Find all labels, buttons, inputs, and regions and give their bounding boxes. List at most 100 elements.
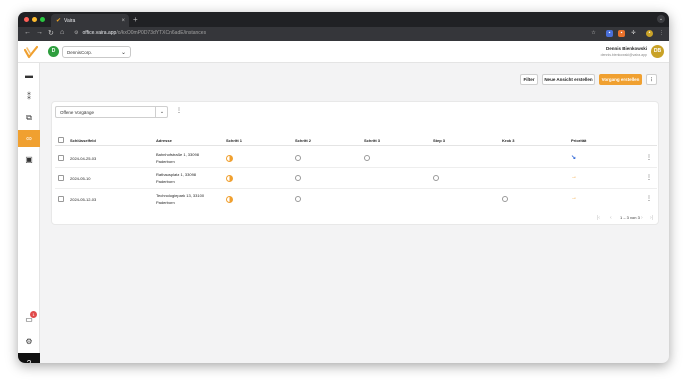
forward-arrow-icon[interactable]: →: [36, 29, 43, 36]
row-actions-kebab-icon[interactable]: ⋮: [646, 154, 652, 161]
row-actions-kebab-icon[interactable]: ⋮: [646, 195, 652, 202]
reload-icon[interactable]: ↻: [48, 29, 54, 37]
sidebar-item-settings[interactable]: ⚙: [18, 333, 40, 350]
row-checkbox[interactable]: [58, 175, 64, 181]
process-icon: ⁑: [27, 92, 31, 101]
step-open-icon[interactable]: [295, 175, 301, 181]
home-icon[interactable]: ⌂: [60, 29, 64, 36]
new-view-button[interactable]: Neue Ansicht erstellen: [542, 74, 595, 85]
more-actions-button[interactable]: ⋮: [646, 74, 657, 85]
kebab-icon: ⋮: [649, 76, 654, 82]
column-header-address[interactable]: Adresse: [156, 138, 172, 143]
contact-card-icon: ▣: [25, 155, 33, 164]
user-email: dennis.bienkowski@vaira.app: [600, 53, 647, 57]
gear-icon: ⚙: [25, 337, 33, 346]
step-in-progress-icon[interactable]: [226, 155, 233, 162]
row-actions-kebab-icon[interactable]: ⋮: [646, 174, 652, 181]
select-all-checkbox[interactable]: [58, 137, 64, 143]
sidebar-item-contacts[interactable]: ▣: [18, 151, 40, 168]
url-field[interactable]: ⚙ office.vaira.app/o/kxO0mP0D73dYTXCn6adE…: [74, 30, 206, 36]
row-checkbox[interactable]: [58, 196, 64, 202]
view-select[interactable]: Offene Vorgänge: [55, 106, 168, 118]
column-header-step1[interactable]: Schritt 1: [226, 138, 242, 143]
back-arrow-icon[interactable]: ←: [24, 29, 31, 36]
browser-tab[interactable]: ✔ Vaira ×: [51, 14, 129, 27]
url-path: /o/kxO0mP0D73dYTXCn6adE/instances: [116, 30, 207, 36]
instances-table-card: Offene Vorgänge ⌄ ⋮ Schlüsselfeld Adress…: [51, 101, 659, 225]
tab-close-icon[interactable]: ×: [121, 18, 125, 24]
row-address-line1: Bahnhofstraße 1, 33098: [156, 152, 199, 157]
row-checkbox[interactable]: [58, 155, 64, 161]
minimize-window-button[interactable]: [32, 17, 37, 22]
new-tab-button[interactable]: +: [133, 15, 138, 24]
priority-medium-icon: →: [571, 195, 577, 201]
step-in-progress-icon[interactable]: [226, 196, 233, 203]
step-in-progress-icon[interactable]: [226, 175, 233, 182]
step-open-icon[interactable]: [364, 155, 370, 161]
filter-button[interactable]: Filter: [520, 74, 538, 85]
create-process-button[interactable]: Vorgang erstellen: [599, 74, 642, 85]
help-button[interactable]: ?: [18, 353, 40, 363]
vaira-logo-icon[interactable]: [24, 45, 38, 59]
user-name: Dennis Bienkowski: [605, 46, 647, 51]
row-address-line1: Rathausplatz 1, 33098: [156, 172, 197, 177]
chevron-down-icon[interactable]: ⌄: [155, 106, 168, 118]
app-header: D DennisCorp. ⌄ Dennis Bienkowski dennis…: [18, 41, 669, 63]
first-page-button[interactable]: |‹: [597, 215, 600, 221]
header-divider: [55, 145, 657, 146]
column-header-step2[interactable]: Schritt 2: [295, 138, 311, 143]
column-header-step3[interactable]: Schritt 3: [364, 138, 380, 143]
column-header-step3-en[interactable]: Step 3: [433, 138, 445, 143]
row-divider: [55, 167, 657, 168]
user-info[interactable]: Dennis Bienkowski dennis.bienkowski@vair…: [601, 46, 647, 57]
sidebar-item-instances[interactable]: ∞: [18, 130, 40, 147]
sidebar-item-processes[interactable]: ⁑: [18, 88, 40, 105]
step-open-icon[interactable]: [502, 196, 508, 202]
row-address-line1: Technologiepark 13, 33100: [156, 193, 205, 198]
inbox-badge: 1: [30, 311, 37, 318]
row-address-line2: Paderborn: [156, 159, 175, 164]
user-avatar[interactable]: DB: [651, 45, 664, 58]
row-divider: [55, 188, 657, 189]
organization-select[interactable]: DennisCorp. ⌄: [62, 46, 131, 58]
view-select-value: Offene Vorgänge: [60, 110, 94, 115]
extensions-puzzle-icon[interactable]: ✣: [630, 30, 637, 37]
last-page-button[interactable]: ›|: [650, 215, 653, 221]
sidebar-item-workflow[interactable]: ⧉: [18, 109, 40, 126]
profile-icon[interactable]: •: [646, 30, 653, 37]
browser-window: ✔ Vaira × + ⌄ ← → ↻ ⌂ ⚙ office.vaira.app/…: [18, 12, 669, 363]
chevron-down-icon: ⌄: [120, 50, 126, 56]
org-avatar: D: [48, 46, 59, 57]
pagination-range: 1 – 3 von 3: [620, 215, 640, 220]
priority-medium-icon: →: [571, 174, 577, 180]
bookmark-star-icon[interactable]: ☆: [590, 30, 597, 37]
column-header-priority[interactable]: Priorität: [571, 138, 586, 143]
browser-address-bar: ← → ↻ ⌂ ⚙ office.vaira.app/o/kxO0mP0D73dY…: [18, 27, 669, 41]
folder-icon: ▬: [25, 71, 33, 80]
close-window-button[interactable]: [24, 17, 29, 22]
extension-orange-icon[interactable]: ▪: [618, 30, 625, 37]
row-key[interactable]: 2024-05-12-03: [70, 197, 96, 202]
browser-menu-icon[interactable]: ⋮: [658, 30, 665, 37]
step-open-icon[interactable]: [433, 175, 439, 181]
step-open-icon[interactable]: [295, 155, 301, 161]
tab-search-icon[interactable]: ⌄: [657, 15, 665, 23]
site-settings-icon[interactable]: ⚙: [74, 30, 78, 36]
sidebar-item-inbox[interactable]: ▭ 1: [18, 311, 40, 328]
view-options-kebab-icon[interactable]: ⋮: [176, 107, 182, 114]
row-key[interactable]: 2024-05-10: [70, 176, 90, 181]
workflow-icon: ⧉: [26, 112, 32, 122]
extension-icon[interactable]: ▪: [606, 30, 613, 37]
browser-tab-bar: ✔ Vaira × + ⌄: [18, 12, 669, 27]
organization-select-value: DennisCorp.: [67, 50, 93, 55]
column-header-key[interactable]: Schlüsselfeld: [70, 138, 96, 143]
next-page-button[interactable]: ›: [641, 215, 643, 221]
row-key[interactable]: 2024-04-25-03: [70, 156, 96, 161]
maximize-window-button[interactable]: [40, 17, 45, 22]
prev-page-button[interactable]: ‹: [610, 215, 612, 221]
step-open-icon[interactable]: [295, 196, 301, 202]
column-header-krok3[interactable]: Krok 3: [502, 138, 514, 143]
url-host: office.vaira.app: [82, 30, 117, 36]
sidebar-item-folder[interactable]: ▬: [18, 67, 40, 84]
sidebar: ▬ ⁑ ⧉ ∞ ▣ ▭ 1 ⚙ ?: [18, 63, 40, 363]
